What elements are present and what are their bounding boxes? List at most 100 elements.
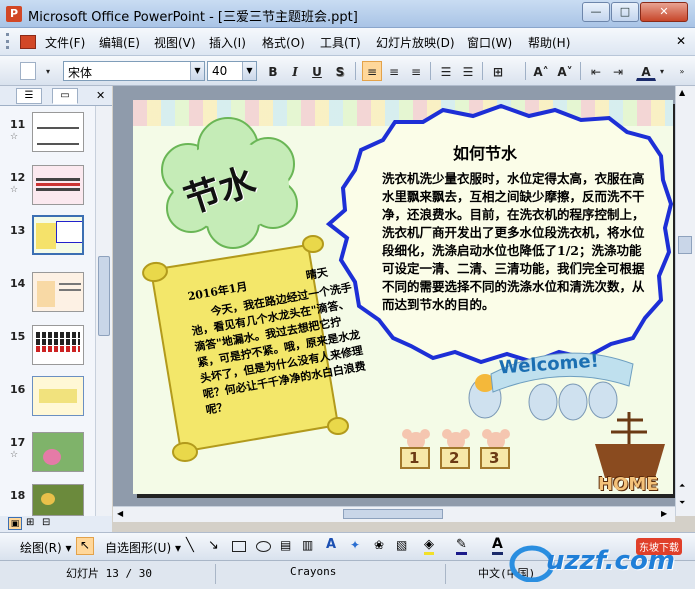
thumbnail-number: 13	[10, 224, 26, 237]
font-size-select[interactable]: 40 ▼	[207, 61, 257, 81]
previous-slide-icon[interactable]: ⏶	[679, 481, 685, 491]
menu-view[interactable]: 视图(V)	[154, 34, 196, 51]
numbered-list-icon[interactable]: ☰	[436, 61, 456, 81]
menu-tools[interactable]: 工具(T)	[320, 34, 361, 51]
toolbar-separator	[355, 62, 356, 80]
menu-file[interactable]: 文件(F)	[45, 34, 85, 51]
scroll-left-arrow-icon[interactable]: ◀	[117, 509, 123, 518]
rectangle-tool-icon[interactable]	[232, 541, 246, 552]
toolbar-separator	[482, 62, 483, 80]
draw-menu-button[interactable]: 绘图(R) ▾	[20, 539, 72, 556]
slide-thumbnail-16[interactable]	[32, 376, 84, 416]
thumbnail-number: 15	[10, 330, 26, 343]
number-label-1: 1	[409, 449, 420, 467]
toolbar-options-chevron-icon[interactable]: ▾	[38, 61, 58, 81]
select-pointer-icon[interactable]: ↖	[76, 537, 94, 555]
slide-sorter-view-icon[interactable]: ⊞	[26, 517, 34, 528]
scroll-diary-text: 今天，我在路边经过一个洗手池，看见有几个水龙头在"滴答、滴答"地漏水。我过去想把…	[190, 280, 367, 417]
bullet-list-icon[interactable]: ☰	[458, 61, 478, 81]
textbox-tool-icon[interactable]: ▤	[280, 538, 291, 552]
maximize-button[interactable]: □	[611, 2, 639, 22]
outline-tab-icon[interactable]: ☰	[16, 88, 42, 104]
editor-horizontal-scrollbar[interactable]: ◀ ▶	[113, 506, 675, 522]
scroll-text-block[interactable]: 2016年1月 晴天 今天，我在路边经过一个洗手池，看见有几个水龙头在"滴答、滴…	[153, 237, 381, 445]
autoshapes-menu-button[interactable]: 自选图形(U) ▾	[105, 539, 181, 556]
powerpoint-app-icon[interactable]: P	[6, 6, 22, 22]
decrease-font-size-icon[interactable]: A˅	[555, 61, 575, 81]
bubble-body-text[interactable]: 洗衣机洗少量衣服时，水位定得太高，衣服在高水里飘来飘去，互相之间缺少摩擦，反而洗…	[382, 170, 650, 314]
new-document-icon[interactable]	[20, 62, 36, 80]
slideshow-view-icon[interactable]: ⊟	[42, 517, 50, 528]
menubar-grip[interactable]	[6, 33, 16, 49]
font-color-dropdown-icon[interactable]: ▾	[656, 61, 668, 81]
slide-thumbnail-14[interactable]	[32, 272, 84, 312]
minimize-button[interactable]: —	[582, 2, 610, 22]
next-slide-icon[interactable]: ⏷	[679, 498, 685, 508]
thumbnail-number: 12	[10, 171, 26, 184]
slide-thumbnail-18[interactable]	[32, 484, 84, 516]
toolbar-overflow-chevron-icon[interactable]: »	[676, 61, 688, 81]
editor-vertical-scrollbar[interactable]: ▲ ⏶ ⏷	[675, 86, 695, 516]
animation-star-icon: ☆	[10, 450, 19, 460]
thumbnail-number: 16	[10, 383, 26, 396]
slide-thumbnail-11[interactable]	[32, 112, 84, 152]
pane-close-icon[interactable]: ✕	[96, 89, 105, 102]
home-label[interactable]: HOME	[598, 474, 659, 494]
bold-button[interactable]: B	[263, 61, 283, 81]
increase-font-size-icon[interactable]: A˄	[531, 61, 551, 81]
vertical-textbox-tool-icon[interactable]: ▥	[302, 538, 313, 552]
menu-insert[interactable]: 插入(I)	[209, 34, 246, 51]
wordart-tool-icon[interactable]: A	[326, 537, 336, 552]
shadow-button[interactable]: S	[330, 61, 350, 81]
bubble-title[interactable]: 如何节水	[453, 140, 517, 164]
underline-button[interactable]: U	[307, 61, 327, 81]
close-button[interactable]: ✕	[640, 2, 688, 22]
animation-star-icon: ☆	[10, 185, 19, 195]
align-right-icon[interactable]: ≡	[406, 61, 426, 81]
font-size-value: 40	[212, 64, 228, 78]
arrow-tool-icon[interactable]: ↘	[208, 538, 219, 553]
slides-tab-icon[interactable]: ▭	[52, 88, 78, 104]
horizontal-scroll-thumb[interactable]	[343, 509, 443, 519]
scroll-right-arrow-icon[interactable]: ▶	[661, 509, 667, 518]
menu-window[interactable]: 窗口(W)	[467, 34, 512, 51]
oval-tool-icon[interactable]	[256, 541, 271, 552]
toolbar-separator	[580, 62, 581, 80]
line-tool-icon[interactable]: ╲	[186, 538, 194, 553]
size-dropdown-arrow-icon[interactable]: ▼	[242, 62, 256, 80]
document-icon[interactable]	[20, 35, 36, 49]
clipart-tool-icon[interactable]: ❀	[374, 538, 384, 552]
decrease-indent-icon[interactable]: ⇤	[586, 61, 606, 81]
line-color-icon[interactable]: ✎	[456, 537, 467, 555]
fill-color-icon[interactable]: ◈	[424, 537, 434, 555]
vertical-scroll-thumb[interactable]	[678, 236, 692, 254]
picture-tool-icon[interactable]: ▧	[396, 538, 407, 552]
scroll-up-arrow-icon[interactable]: ▲	[679, 88, 685, 97]
normal-view-icon[interactable]: ▣	[8, 517, 22, 530]
italic-button[interactable]: I	[285, 61, 305, 81]
menu-slideshow[interactable]: 幻灯片放映(D)	[376, 34, 455, 51]
slides-pane: ☰ ▭ ✕ 11 ☆ 12 ☆ 13 14 15 16 17 ☆ 18	[0, 86, 112, 516]
slide-canvas[interactable]: 节水 如何节水 洗衣机洗少量衣服时，水位定得太高，衣服在高水里飘来飘去，互相之间…	[133, 100, 673, 494]
unknown-format-icon[interactable]: ⊞	[488, 61, 508, 81]
slide-thumbnail-17[interactable]	[32, 432, 84, 472]
menubar-close-icon[interactable]: ✕	[676, 34, 686, 48]
font-name-select[interactable]: 宋体 ▼	[63, 61, 205, 81]
slide-thumbnail-15[interactable]	[32, 325, 84, 365]
align-left-icon[interactable]: ≡	[362, 61, 382, 81]
slide-position-status: 幻灯片 13 / 30	[66, 567, 152, 580]
slides-pane-scrollbar[interactable]	[95, 106, 112, 516]
font-color-icon[interactable]: A	[636, 61, 656, 81]
formatting-toolbar: ▾ 宋体 ▼ 40 ▼ B I U S ≡ ≡ ≡ ☰ ☰ ⊞ A˄ A˅ ⇤ …	[0, 56, 695, 86]
increase-indent-icon[interactable]: ⇥	[608, 61, 628, 81]
scrollbar-thumb[interactable]	[98, 256, 110, 336]
menu-edit[interactable]: 编辑(E)	[99, 34, 140, 51]
menu-help[interactable]: 帮助(H)	[528, 34, 570, 51]
diagram-tool-icon[interactable]: ✦	[350, 538, 360, 552]
draw-font-color-icon[interactable]: A	[492, 536, 503, 555]
slide-thumbnail-13-selected[interactable]	[32, 215, 84, 255]
menu-format[interactable]: 格式(O)	[262, 34, 305, 51]
align-center-icon[interactable]: ≡	[384, 61, 404, 81]
font-dropdown-arrow-icon[interactable]: ▼	[190, 62, 204, 80]
slide-thumbnail-12[interactable]	[32, 165, 84, 205]
